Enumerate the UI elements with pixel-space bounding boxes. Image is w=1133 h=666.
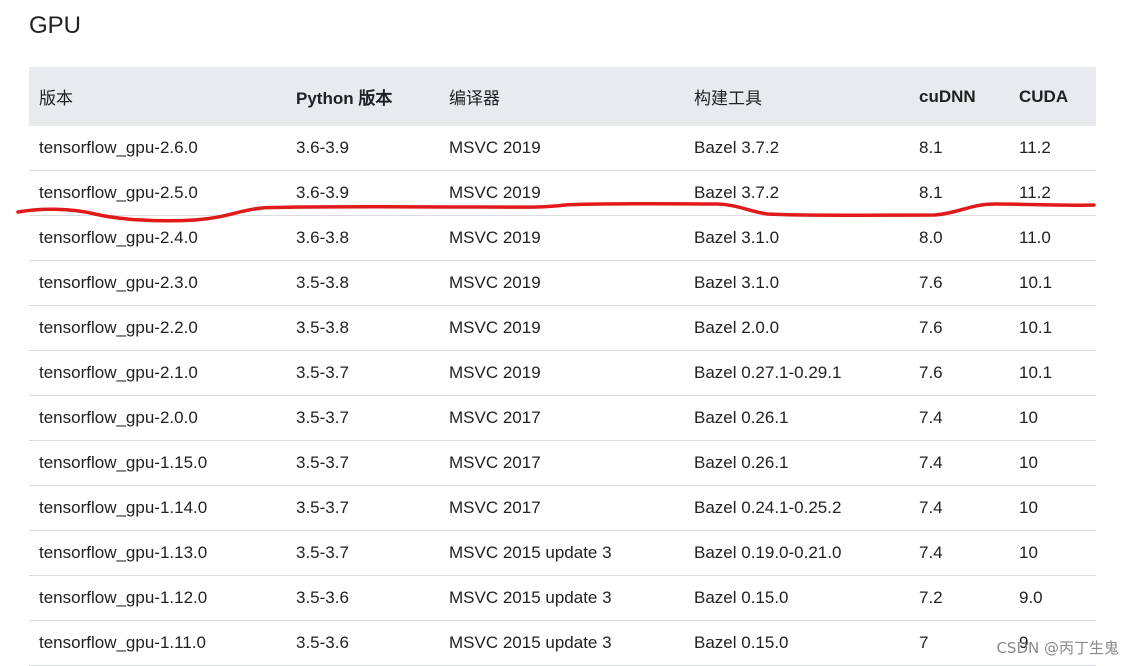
- python-version-cell: 3.5-3.7: [286, 395, 439, 441]
- cudnn-cell: 7.6: [909, 260, 1009, 306]
- compiler-cell: MSVC 2019: [439, 170, 684, 216]
- compiler-cell: MSVC 2017: [439, 440, 684, 486]
- cudnn-cell: 7.4: [909, 485, 1009, 531]
- version-cell: tensorflow_gpu-2.4.0: [29, 215, 286, 261]
- python-version-cell: 3.5-3.6: [286, 575, 439, 621]
- version-cell: tensorflow_gpu-1.12.0: [29, 575, 286, 621]
- build-tool-cell: Bazel 3.7.2: [684, 170, 909, 216]
- compiler-cell: MSVC 2019: [439, 350, 684, 396]
- version-cell: tensorflow_gpu-2.2.0: [29, 305, 286, 351]
- cuda-cell: 10: [1009, 395, 1096, 441]
- cuda-cell: 10.1: [1009, 260, 1096, 306]
- cuda-cell: 9.0: [1009, 575, 1096, 621]
- table-row: tensorflow_gpu-2.0.0 3.5-3.7 MSVC 2017 Baze…: [29, 395, 1096, 441]
- cudnn-cell: 8.1: [909, 126, 1009, 171]
- build-tool-cell: Bazel 3.1.0: [684, 260, 909, 306]
- build-tool-cell: Bazel 0.24.1-0.25.2: [684, 485, 909, 531]
- gpu-version-table: 版本 Python 版本 编译器 构建工具 cuDNN CUDA tensorf…: [29, 67, 1096, 666]
- cudnn-cell: 7.4: [909, 530, 1009, 576]
- python-version-cell: 3.6-3.9: [286, 170, 439, 216]
- header-build-tool: 构建工具: [684, 67, 909, 126]
- table-row: tensorflow_gpu-2.3.0 3.5-3.8 MSVC 2019 Baze…: [29, 260, 1096, 306]
- cuda-cell: 10: [1009, 485, 1096, 531]
- cuda-cell: 10.1: [1009, 350, 1096, 396]
- page: GPU 版本 Python 版本 编译器 构建工具 cuDNN CUDA ten…: [0, 0, 1133, 666]
- watermark: CSDN @丙丁生鬼: [996, 639, 1119, 657]
- compiler-cell: MSVC 2015 update 3: [439, 530, 684, 576]
- cudnn-cell: 7.4: [909, 440, 1009, 486]
- compiler-cell: MSVC 2019: [439, 215, 684, 261]
- table-row: tensorflow_gpu-2.2.0 3.5-3.8 MSVC 2019 Baze…: [29, 305, 1096, 351]
- python-version-cell: 3.5-3.7: [286, 350, 439, 396]
- header-cuda: CUDA: [1009, 67, 1096, 126]
- cuda-cell: 11.2: [1009, 170, 1096, 216]
- build-tool-cell: Bazel 2.0.0: [684, 305, 909, 351]
- python-version-cell: 3.5-3.7: [286, 485, 439, 531]
- compiler-cell: MSVC 2019: [439, 305, 684, 351]
- cudnn-cell: 7: [909, 620, 1009, 666]
- cudnn-cell: 8.0: [909, 215, 1009, 261]
- version-cell: tensorflow_gpu-1.14.0: [29, 485, 286, 531]
- compiler-cell: MSVC 2015 update 3: [439, 620, 684, 666]
- compiler-cell: MSVC 2019: [439, 126, 684, 171]
- cudnn-cell: 8.1: [909, 170, 1009, 216]
- header-cudnn: cuDNN: [909, 67, 1009, 126]
- version-cell: tensorflow_gpu-2.3.0: [29, 260, 286, 306]
- cuda-cell: 11.0: [1009, 215, 1096, 261]
- version-cell: tensorflow_gpu-2.5.0: [29, 170, 286, 216]
- cudnn-cell: 7.6: [909, 305, 1009, 351]
- table-row: tensorflow_gpu-1.15.0 3.5-3.7 MSVC 2017 Baz…: [29, 440, 1096, 486]
- cudnn-cell: 7.4: [909, 395, 1009, 441]
- table-body: tensorflow_gpu-2.6.0 3.6-3.9 MSVC 2019 Baze…: [29, 126, 1096, 666]
- python-version-cell: 3.5-3.7: [286, 530, 439, 576]
- header-python-version: Python 版本: [286, 67, 439, 126]
- section-title: GPU: [29, 12, 82, 39]
- cudnn-cell: 7.6: [909, 350, 1009, 396]
- compiler-cell: MSVC 2015 update 3: [439, 575, 684, 621]
- python-version-cell: 3.6-3.9: [286, 126, 439, 171]
- cuda-cell: 10: [1009, 530, 1096, 576]
- build-tool-cell: Bazel 0.15.0: [684, 575, 909, 621]
- build-tool-cell: Bazel 0.15.0: [684, 620, 909, 666]
- python-version-cell: 3.5-3.7: [286, 440, 439, 486]
- table-header-row: 版本 Python 版本 编译器 构建工具 cuDNN CUDA: [29, 67, 1096, 126]
- table-row: tensorflow_gpu-1.13.0 3.5-3.7 MSVC 2015 up…: [29, 530, 1096, 576]
- cuda-cell: 11.2: [1009, 126, 1096, 171]
- version-cell: tensorflow_gpu-1.15.0: [29, 440, 286, 486]
- version-cell: tensorflow_gpu-2.1.0: [29, 350, 286, 396]
- table-row: tensorflow_gpu-1.12.0 3.5-3.6 MSVC 2015 up…: [29, 575, 1096, 621]
- version-cell: tensorflow_gpu-1.13.0: [29, 530, 286, 576]
- python-version-cell: 3.5-3.8: [286, 305, 439, 351]
- table-row: tensorflow_gpu-1.11.0 3.5-3.6 MSVC 2015 up…: [29, 620, 1096, 666]
- build-tool-cell: Bazel 0.26.1: [684, 395, 909, 441]
- table-row: tensorflow_gpu-2.4.0 3.6-3.8 MSVC 2019 Baze…: [29, 215, 1096, 261]
- version-cell: tensorflow_gpu-2.6.0: [29, 126, 286, 171]
- table-row: tensorflow_gpu-1.14.0 3.5-3.7 MSVC 2017 Baz…: [29, 485, 1096, 531]
- python-version-cell: 3.6-3.8: [286, 215, 439, 261]
- build-tool-cell: Bazel 3.7.2: [684, 126, 909, 171]
- table-row: tensorflow_gpu-2.5.0 3.6-3.9 MSVC 2019 Baze…: [29, 170, 1096, 216]
- compiler-cell: MSVC 2019: [439, 260, 684, 306]
- header-compiler: 编译器: [439, 67, 684, 126]
- compiler-cell: MSVC 2017: [439, 485, 684, 531]
- python-version-cell: 3.5-3.8: [286, 260, 439, 306]
- table-row: tensorflow_gpu-2.1.0 3.5-3.7 MSVC 2019 Baze…: [29, 350, 1096, 396]
- build-tool-cell: Bazel 0.26.1: [684, 440, 909, 486]
- build-tool-cell: Bazel 3.1.0: [684, 215, 909, 261]
- cuda-cell: 10: [1009, 440, 1096, 486]
- cuda-cell: 10.1: [1009, 305, 1096, 351]
- python-version-cell: 3.5-3.6: [286, 620, 439, 666]
- build-tool-cell: Bazel 0.19.0-0.21.0: [684, 530, 909, 576]
- compiler-cell: MSVC 2017: [439, 395, 684, 441]
- build-tool-cell: Bazel 0.27.1-0.29.1: [684, 350, 909, 396]
- version-cell: tensorflow_gpu-2.0.0: [29, 395, 286, 441]
- table-row: tensorflow_gpu-2.6.0 3.6-3.9 MSVC 2019 Baze…: [29, 126, 1096, 171]
- version-cell: tensorflow_gpu-1.11.0: [29, 620, 286, 666]
- cudnn-cell: 7.2: [909, 575, 1009, 621]
- header-version: 版本: [29, 67, 286, 126]
